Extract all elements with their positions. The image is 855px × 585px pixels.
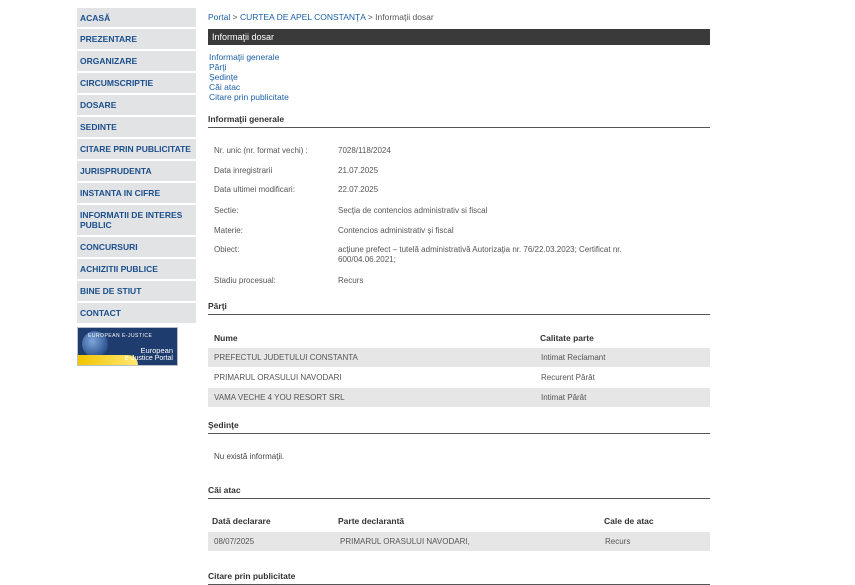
field-label: Nr. unic (nr. format vechi) : bbox=[214, 146, 308, 155]
ejustice-portal-banner[interactable]: EUROPEAN E-JUSTICE European e-Justice Po… bbox=[77, 327, 178, 366]
breadcrumb-current: Informaţii dosar bbox=[375, 12, 434, 22]
field-label: Data inregistrarii bbox=[214, 166, 273, 175]
table-row: 08/07/2025 PRIMARUL ORASULUI NAVODARI, R… bbox=[208, 532, 710, 551]
nav-bine-de-stiut[interactable]: BINE DE STIUT bbox=[77, 281, 196, 301]
nav-sedinte[interactable]: SEDINTE bbox=[77, 117, 196, 137]
nav-concursuri[interactable]: CONCURSURI bbox=[77, 237, 196, 257]
sidebar-nav: ACASĂ PREZENTARE ORGANIZARE CIRCUMSCRIPT… bbox=[77, 8, 196, 366]
section-heading-cai-atac: Căi atac bbox=[208, 485, 710, 499]
field-label: Obiect: bbox=[214, 245, 240, 254]
column-header-nume: Nume bbox=[214, 333, 238, 343]
nav-organizare[interactable]: ORGANIZARE bbox=[77, 51, 196, 71]
column-header-cale-de-atac: Cale de atac bbox=[604, 516, 654, 526]
breadcrumb-separator: > bbox=[367, 12, 373, 22]
field-value: acţiune prefect – tutelă administrativă … bbox=[338, 245, 622, 264]
party-role: Intimat Pârât bbox=[541, 393, 587, 402]
section-heading-general: Informaţii generale bbox=[208, 114, 710, 128]
appeal-type: Recurs bbox=[605, 537, 631, 546]
declaration-date: 08/07/2025 bbox=[214, 537, 255, 546]
party-name: PREFECTUL JUDETULUI CONSTANTA bbox=[214, 353, 358, 362]
field-value: 7028/118/2024 bbox=[338, 146, 391, 155]
section-links: Informaţii generale Părţi Şedinţe Căi at… bbox=[209, 52, 289, 102]
field-value: Contencios administrativ şi fiscal bbox=[338, 226, 454, 235]
nav-prezentare[interactable]: PREZENTARE bbox=[77, 29, 196, 49]
field-value: Secţia de contencios administrativ si fi… bbox=[338, 206, 488, 215]
page-title: Informaţii dosar bbox=[208, 29, 710, 45]
link-citare-prin-publicitate[interactable]: Citare prin publicitate bbox=[209, 92, 289, 102]
column-header-data-declarare: Dată declarare bbox=[212, 516, 271, 526]
party-role: Intimat Reclamant bbox=[541, 353, 606, 362]
field-label: Data ultimei modificari: bbox=[214, 185, 295, 194]
nav-dosare[interactable]: DOSARE bbox=[77, 95, 196, 115]
nav-contact[interactable]: CONTACT bbox=[77, 303, 196, 323]
field-value: 21.07.2025 bbox=[338, 166, 379, 175]
section-heading-parti: Părţi bbox=[208, 301, 710, 315]
link-informatii-generale[interactable]: Informaţii generale bbox=[209, 52, 289, 62]
breadcrumb: Portal > CURTEA DE APEL CONSTANŢA > Info… bbox=[208, 12, 434, 22]
breadcrumb-portal[interactable]: Portal bbox=[208, 12, 230, 22]
nav-citare-prin-publicitate[interactable]: CITARE PRIN PUBLICITATE bbox=[77, 139, 196, 159]
column-header-parte-declaranta: Parte declarantă bbox=[338, 516, 405, 526]
field-label: Sectie: bbox=[214, 206, 239, 215]
party-name: VAMA VECHE 4 YOU RESORT SRL bbox=[214, 393, 345, 402]
party-name: PRIMARUL ORASULUI NAVODARI bbox=[214, 373, 342, 382]
empty-message: Nu există informaţii. bbox=[214, 452, 285, 461]
declaring-party: PRIMARUL ORASULUI NAVODARI, bbox=[340, 537, 470, 546]
nav-achizitii-publice[interactable]: ACHIZITII PUBLICE bbox=[77, 259, 196, 279]
link-parti[interactable]: Părţi bbox=[209, 62, 289, 72]
table-row: VAMA VECHE 4 YOU RESORT SRL Intimat Pârâ… bbox=[208, 388, 710, 407]
nav-instanta-in-cifre[interactable]: INSTANTA IN CIFRE bbox=[77, 183, 196, 203]
table-row: PRIMARUL ORASULUI NAVODARI Recurent Pârâ… bbox=[208, 368, 710, 387]
field-label: Materie: bbox=[214, 226, 243, 235]
breadcrumb-court[interactable]: CURTEA DE APEL CONSTANŢA bbox=[240, 12, 366, 22]
field-label: Stadiu procesual: bbox=[214, 276, 276, 285]
breadcrumb-separator: > bbox=[232, 12, 238, 22]
table-row: PREFECTUL JUDETULUI CONSTANTA Intimat Re… bbox=[208, 348, 710, 367]
column-header-calitate-parte: Calitate parte bbox=[540, 333, 594, 343]
nav-jurisprudenta[interactable]: JURISPRUDENTA bbox=[77, 161, 196, 181]
link-sedinte[interactable]: Şedinţe bbox=[209, 72, 289, 82]
banner-line1: European bbox=[140, 346, 173, 355]
nav-informatii-de-interes-public[interactable]: INFORMATII DE INTERES PUBLIC bbox=[77, 205, 196, 235]
field-value: 22.07.2025 bbox=[338, 185, 379, 194]
field-value: Recurs bbox=[338, 276, 364, 285]
party-role: Recurent Pârât bbox=[541, 373, 595, 382]
link-cai-atac[interactable]: Căi atac bbox=[209, 82, 289, 92]
nav-circumscriptie[interactable]: CIRCUMSCRIPTIE bbox=[77, 73, 196, 93]
section-heading-sedinte: Şedinţe bbox=[208, 420, 710, 434]
nav-acasa[interactable]: ACASĂ bbox=[77, 8, 196, 27]
banner-line2: e-Justice Portal bbox=[124, 355, 173, 362]
ejustice-logo-text: EUROPEAN E-JUSTICE bbox=[88, 333, 153, 339]
section-heading-citare: Citare prin publicitate bbox=[208, 571, 710, 585]
